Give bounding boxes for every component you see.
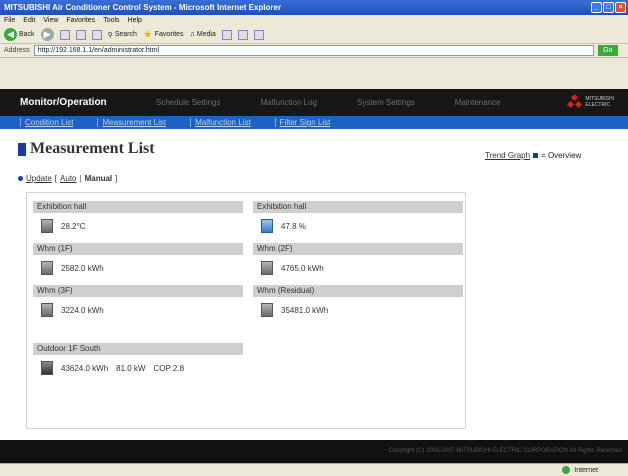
subnav-filter-sign-list[interactable]: Filter Sign List <box>274 118 330 127</box>
minimize-button[interactable]: _ <box>591 2 602 13</box>
update-controls: Update [ Auto | Manual ] <box>18 174 117 183</box>
update-link[interactable]: Update <box>26 174 52 183</box>
media-button[interactable]: ♫ Media <box>190 31 216 38</box>
nav-maintenance[interactable]: Maintenance <box>455 98 501 107</box>
top-navigation: Monitor/Operation Schedule Settings Malf… <box>0 89 628 116</box>
measurement-value: 28.2°C <box>61 221 86 231</box>
brand-logo: MITSUBISHI ELECTRIC <box>567 93 614 109</box>
forward-button[interactable]: ▶ <box>40 28 54 41</box>
menu-tools[interactable]: Tools <box>103 17 119 24</box>
measurement-value: 47.8 % <box>281 221 306 231</box>
search-button[interactable]: ⚲ Search <box>108 31 137 39</box>
window-controls: _ □ × <box>591 2 626 13</box>
measurement-item: Whm (1F) 2582.0 kWh <box>33 243 243 275</box>
overview-label: = Overview <box>541 151 582 160</box>
humidity-sensor-icon[interactable] <box>261 219 273 233</box>
auto-mode-link[interactable]: Auto <box>60 174 76 183</box>
refresh-button[interactable] <box>75 29 86 40</box>
outdoor-unit-icon[interactable] <box>41 361 53 375</box>
title-marker-icon <box>18 142 26 156</box>
outdoor-unit-label: Outdoor 1F South <box>33 343 243 355</box>
outdoor-power: 81.0 kW <box>116 363 146 373</box>
browser-status-bar: Internet <box>0 463 628 476</box>
measurement-value: 4765.0 kWh <box>281 263 324 273</box>
bullet-icon <box>18 176 23 181</box>
measurement-item: Exhibition hall 28.2°C <box>33 201 243 233</box>
nav-schedule-settings[interactable]: Schedule Settings <box>156 98 221 107</box>
menu-bar: File Edit View Favorites Tools Help <box>0 15 628 26</box>
close-button[interactable]: × <box>615 2 626 13</box>
internet-zone-icon <box>562 466 571 474</box>
watt-hour-meter-icon[interactable] <box>41 261 53 275</box>
title-bar: MITSUBISHI Air Conditioner Control Syste… <box>0 0 628 15</box>
watt-hour-meter-icon[interactable] <box>261 303 273 317</box>
main-content: Measurement List Trend Graph = Overview … <box>0 129 628 440</box>
search-icon: ⚲ <box>107 31 113 39</box>
menu-file[interactable]: File <box>4 17 15 24</box>
measurement-label: Exhibition hall <box>33 201 243 213</box>
measurement-item: Whm (Residual) 35481.0 kWh <box>253 285 463 317</box>
page-heading: Measurement List <box>18 140 155 158</box>
subnav-malfunction-list[interactable]: Malfunction List <box>190 118 251 127</box>
measurement-label: Whm (3F) <box>33 285 243 297</box>
measurement-label: Whm (1F) <box>33 243 243 255</box>
watt-hour-meter-icon[interactable] <box>41 303 53 317</box>
menu-favorites[interactable]: Favorites <box>66 17 95 24</box>
browser-window: MITSUBISHI Air Conditioner Control Syste… <box>0 0 628 476</box>
three-diamonds-icon <box>567 93 583 109</box>
favorites-button[interactable]: ★ Favorites <box>143 28 184 41</box>
sub-navigation: Condition List Measurement List Malfunct… <box>0 116 628 129</box>
overview-marker-icon <box>533 153 539 158</box>
trend-graph-area: Trend Graph = Overview <box>485 151 581 160</box>
nav-monitor-operation[interactable]: Monitor/Operation <box>20 97 156 108</box>
menu-view[interactable]: View <box>43 17 58 24</box>
stop-button[interactable] <box>59 29 70 40</box>
page-footer: Copyright (C) 2003-2007 MITSUBISHI ELECT… <box>0 440 628 463</box>
measurement-value: 2582.0 kWh <box>61 263 104 273</box>
browser-toolbar: ◀ Back ▶ ⚲ Search ★ Favorites ♫ Media <box>0 26 628 44</box>
subnav-condition-list[interactable]: Condition List <box>20 118 73 127</box>
zone-label: Internet <box>574 466 598 474</box>
window-title: MITSUBISHI Air Conditioner Control Syste… <box>4 3 282 12</box>
go-button[interactable]: Go <box>597 45 618 56</box>
back-button[interactable]: ◀ Back <box>4 28 35 41</box>
star-icon: ★ <box>142 29 153 41</box>
temperature-sensor-icon[interactable] <box>41 219 53 233</box>
address-label: Address <box>4 47 30 54</box>
measurement-label: Whm (2F) <box>253 243 463 255</box>
measurement-item: Whm (2F) 4765.0 kWh <box>253 243 463 275</box>
outdoor-unit-item: Outdoor 1F South 43624.0 kWh 81.0 kW COP… <box>33 343 243 375</box>
maximize-button[interactable]: □ <box>603 2 614 13</box>
address-input[interactable]: http://192.168.1.1/en/administrator.html <box>33 45 594 56</box>
measurement-label: Exhibition hall <box>253 201 463 213</box>
history-button[interactable] <box>221 29 232 40</box>
address-bar: Address http://192.168.1.1/en/administra… <box>0 44 628 58</box>
measurement-label: Whm (Residual) <box>253 285 463 297</box>
trend-graph-link[interactable]: Trend Graph <box>485 151 530 160</box>
menu-help[interactable]: Help <box>128 17 142 24</box>
measurement-item: Exhibition hall 47.8 % <box>253 201 463 233</box>
nav-system-settings[interactable]: System Settings <box>357 98 415 107</box>
subnav-measurement-list[interactable]: Measurement List <box>97 118 166 127</box>
measurement-item: Whm (3F) 3224.0 kWh <box>33 285 243 317</box>
back-arrow-icon: ◀ <box>4 28 17 41</box>
menu-edit[interactable]: Edit <box>23 17 35 24</box>
watt-hour-meter-icon[interactable] <box>261 261 273 275</box>
outdoor-cop: COP 2.8 <box>153 363 185 373</box>
home-button[interactable] <box>91 29 102 40</box>
print-button[interactable] <box>253 29 264 40</box>
measurement-value: 3224.0 kWh <box>61 305 104 315</box>
measurement-value: 35481.0 kWh <box>281 305 329 315</box>
nav-malfunction-log[interactable]: Malfunction Log <box>261 98 317 107</box>
outdoor-energy: 43624.0 kWh <box>61 363 109 373</box>
page-title: Measurement List <box>30 140 155 157</box>
measurement-panel: Exhibition hall 28.2°C Exhibition hall 4… <box>26 192 466 429</box>
manual-mode-label: Manual <box>84 174 113 183</box>
media-icon: ♫ <box>189 31 195 38</box>
mail-button[interactable] <box>237 29 248 40</box>
